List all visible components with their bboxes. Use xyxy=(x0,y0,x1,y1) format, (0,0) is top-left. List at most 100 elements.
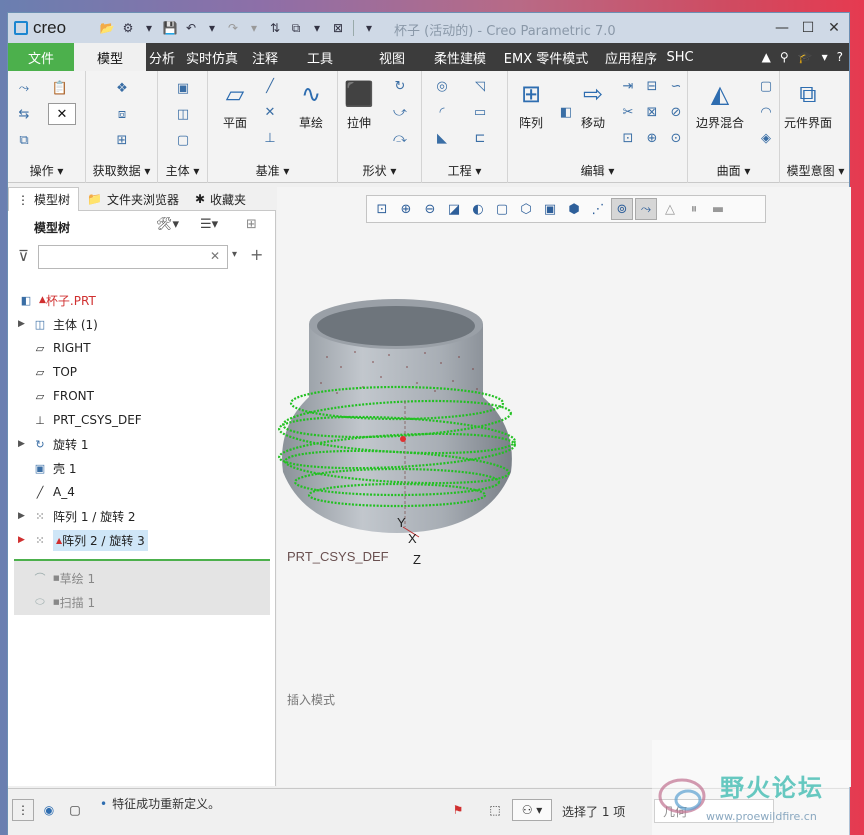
redo-dropdown-icon[interactable]: ▾ xyxy=(245,19,263,37)
tree-item-axis-a4[interactable]: ╱ A_4 xyxy=(18,481,75,503)
merge-icon[interactable]: ⊞ xyxy=(112,131,132,149)
tree-item-pattern-1[interactable]: ▶ ⁙ 阵列 1 / 旋转 2 xyxy=(18,505,136,527)
tab-emx[interactable]: EMX 零件模式 xyxy=(492,43,600,71)
thicken-icon[interactable]: ⊠ xyxy=(642,103,662,121)
close-button[interactable]: ✕ xyxy=(820,17,848,39)
expand-arrow-icon[interactable]: ▶ xyxy=(18,439,32,449)
tree-item-shell-1[interactable]: ▣ 壳 1 xyxy=(18,457,77,479)
freestyle-icon[interactable]: ◈ xyxy=(756,129,776,147)
regenerate-icon[interactable]: ⇆ xyxy=(14,105,34,123)
windows-icon[interactable]: ⧉ xyxy=(287,19,305,37)
solidify-icon[interactable]: ⊕ xyxy=(642,129,662,147)
regenerate-icon[interactable]: ⚙ xyxy=(119,19,137,37)
undo-dropdown-icon[interactable]: ▾ xyxy=(203,19,221,37)
paste-icon[interactable]: 📋 xyxy=(50,79,70,97)
tab-model[interactable]: 模型 xyxy=(74,43,146,71)
browser-icon[interactable]: ◉ xyxy=(38,799,60,821)
merge-surface-icon[interactable]: ⊘ xyxy=(666,103,686,121)
sweep-icon[interactable]: ⤻ xyxy=(390,103,410,121)
tree-item-pattern-2[interactable]: ▶ ⁙ ▲ 阵列 2 / 旋转 3 xyxy=(18,529,148,551)
draft-icon[interactable]: ◹ xyxy=(470,77,490,95)
open-icon[interactable]: 📂 xyxy=(98,19,116,37)
regenerate-model-icon[interactable]: ⇅ xyxy=(266,19,284,37)
body-icon[interactable]: ▣ xyxy=(173,79,193,97)
tree-item-csys[interactable]: ⊥ PRT_CSYS_DEF xyxy=(18,409,142,431)
offset-icon[interactable]: ⊡ xyxy=(618,129,638,147)
tree-item-body[interactable]: ▶ ◫ 主体 (1) xyxy=(18,313,98,335)
group-datum-label[interactable]: 基准 ▾ xyxy=(208,162,337,179)
body-new-icon[interactable]: ▢ xyxy=(173,131,193,149)
tab-model-tree[interactable]: ⋮ 模型树 xyxy=(8,187,80,211)
tab-flexible-modeling[interactable]: 柔性建模 xyxy=(428,43,492,71)
graphics-area[interactable]: ⊡ ⊕ ⊖ ◪ ◐ ▢ ⬡ ▣ ⬢ ⋰ ⊚ ⤳ △ ⏸ ▬ Y X Z PRT_… xyxy=(277,187,851,787)
windows-dropdown-icon[interactable]: ▾ xyxy=(308,19,326,37)
toggle-navigator-icon[interactable]: ⋮ xyxy=(12,799,34,821)
find-icon[interactable]: ⬚ xyxy=(484,799,506,821)
rib-icon[interactable]: ⊏ xyxy=(470,129,490,147)
axis-icon[interactable]: ╱ xyxy=(260,77,280,95)
cup-model[interactable]: Y X Z PRT_CSYS_DEF xyxy=(277,187,851,787)
filter-dropdown-icon[interactable]: ▾ xyxy=(232,249,237,260)
tree-item-sketch-1[interactable]: ⌒ ■ 草绘 1 xyxy=(32,567,96,589)
mirror-icon[interactable]: ◧ xyxy=(556,103,576,121)
copy-geometry-icon[interactable]: ⧈ xyxy=(112,105,132,123)
learning-dropdown-icon[interactable]: ▾ xyxy=(822,50,828,64)
minimize-button[interactable]: — xyxy=(768,17,796,39)
tree-item-front[interactable]: ▱ FRONT xyxy=(18,385,94,407)
filter-icon[interactable]: ⊽ xyxy=(18,247,29,265)
tab-view[interactable]: 视图 xyxy=(356,43,428,71)
group-editing-label[interactable]: 编辑 ▾ xyxy=(508,162,687,179)
search-input[interactable] xyxy=(38,245,228,269)
style-icon[interactable]: ◠ xyxy=(756,103,776,121)
group-engineering-label[interactable]: 工程 ▾ xyxy=(422,162,507,179)
trim-icon[interactable]: ✂ xyxy=(618,103,638,121)
undo-icon[interactable]: ↶ xyxy=(182,19,200,37)
tree-item-revolve-1[interactable]: ▶ ↻ 旋转 1 xyxy=(18,433,88,455)
shell-icon[interactable]: ▭ xyxy=(470,103,490,121)
tree-columns-icon[interactable]: ⊞ xyxy=(246,217,257,232)
round-icon[interactable]: ◜ xyxy=(432,103,452,121)
full-screen-icon[interactable]: ▢ xyxy=(64,799,86,821)
swept-blend-icon[interactable]: ⤼ xyxy=(390,129,410,147)
boundary-blend-button[interactable]: ◭ 边界混合 xyxy=(696,77,744,131)
tree-item-top[interactable]: ▱ TOP xyxy=(18,361,77,383)
pattern-button[interactable]: ⊞ 阵列 xyxy=(514,77,548,131)
fill-surface-icon[interactable]: ▢ xyxy=(756,77,776,95)
group-operations-label[interactable]: 操作 ▾ xyxy=(8,162,85,179)
user-defined-feature-icon[interactable]: ❖ xyxy=(112,79,132,97)
group-shape-label[interactable]: 形状 ▾ xyxy=(338,162,421,179)
project-icon[interactable]: ⊟ xyxy=(642,77,662,95)
tab-annotate[interactable]: 注释 xyxy=(246,43,284,71)
collapse-ribbon-icon[interactable]: ▲ xyxy=(762,50,771,64)
add-filter-icon[interactable]: + xyxy=(250,245,263,264)
help-icon[interactable]: ? xyxy=(837,50,843,64)
selection-filter-icon[interactable]: ⚇ ▾ xyxy=(512,799,552,821)
fill-icon[interactable]: ⊙ xyxy=(666,129,686,147)
tab-file[interactable]: 文件 xyxy=(8,43,74,71)
clear-filter-icon[interactable]: ✕ xyxy=(210,249,220,263)
point-icon[interactable]: ✕ xyxy=(260,103,280,121)
show-icon[interactable]: ☰▾ xyxy=(200,217,218,232)
tab-live-simulation[interactable]: 实时仿真 xyxy=(178,43,246,71)
group-body-label[interactable]: 主体 ▾ xyxy=(158,162,207,179)
tab-favorites[interactable]: ✱ 收藏夹 xyxy=(187,187,254,211)
move-button[interactable]: ⇨ 移动 xyxy=(576,77,610,131)
tab-analysis[interactable]: 分析 xyxy=(146,43,178,71)
flag-icon[interactable]: ⚑ xyxy=(448,799,468,821)
dropdown-arrow-icon[interactable]: ▾ xyxy=(140,19,158,37)
intersect-icon[interactable]: ∽ xyxy=(666,77,686,95)
revolve-icon[interactable]: ↻ xyxy=(390,77,410,95)
expand-arrow-icon[interactable]: ▶ xyxy=(18,511,32,521)
plane-button[interactable]: ▱ 平面 xyxy=(218,77,252,131)
group-model-intent-label[interactable]: 模型意图 ▾ xyxy=(780,162,851,179)
tab-folder-browser[interactable]: 📁 文件夹浏览器 xyxy=(79,187,187,211)
settings-icon[interactable]: 🛠▾ xyxy=(156,217,179,232)
learning-icon[interactable]: 🎓 xyxy=(798,50,813,64)
body-split-icon[interactable]: ◫ xyxy=(173,105,193,123)
group-get-data-label[interactable]: 获取数据 ▾ xyxy=(86,162,157,179)
customize-toolbar-icon[interactable]: ▾ xyxy=(360,19,378,37)
save-icon[interactable]: 💾 xyxy=(161,19,179,37)
group-surfaces-label[interactable]: 曲面 ▾ xyxy=(688,162,779,179)
copy-icon[interactable]: ⧉ xyxy=(14,131,34,149)
tree-item-sweep-1[interactable]: ⬭ ■ 扫描 1 xyxy=(32,591,95,613)
